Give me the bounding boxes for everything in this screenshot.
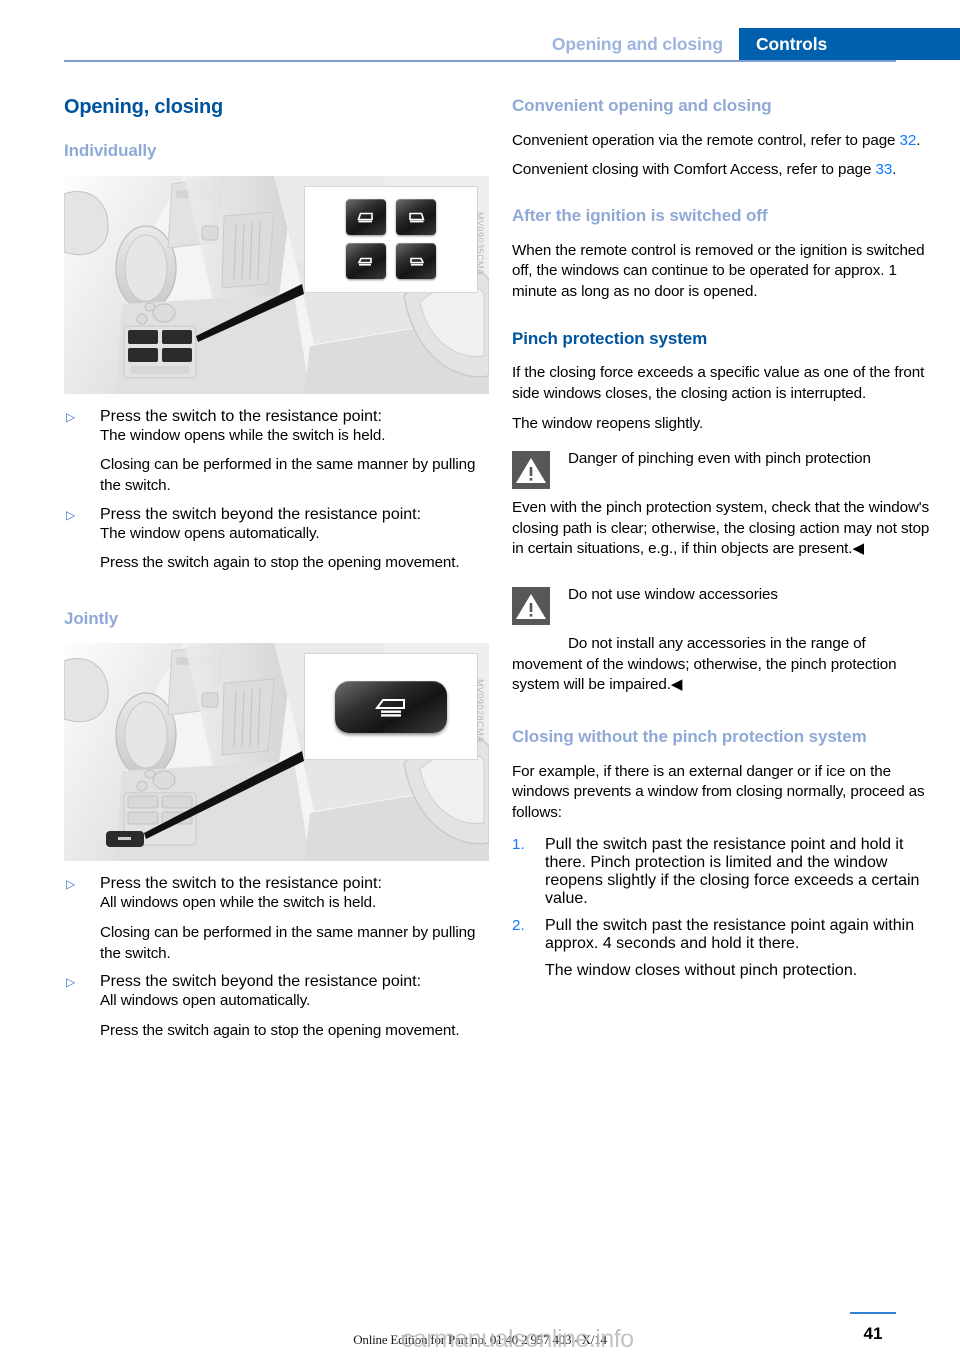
figure-individual-window-switches: MV09035CMA [64, 175, 489, 394]
warning-triangle-icon [512, 451, 550, 490]
step-text: Pull the switch past the resistance poin… [545, 917, 915, 953]
callout-all-windows-switch [304, 653, 478, 761]
individually-steps-list: ▷ Press the switch to the resistance poi… [64, 408, 489, 426]
right-column: Convenient opening and closing Convenien… [512, 96, 937, 989]
figure-code: MV09028CMA [475, 679, 485, 743]
heading-jointly: Jointly [64, 608, 119, 628]
jointly-steps-list-2: ▷ Press the switch beyond the resistance… [64, 973, 489, 991]
figure-joint-window-switch: MV09028CMA [64, 643, 489, 862]
step-detail: Press the switch again to stop the openi… [100, 1021, 460, 1039]
warning-body-pinching: Even with the pinch protection system, c… [512, 498, 937, 560]
individually-steps-list-2: ▷ Press the switch beyond the resistance… [64, 506, 489, 524]
all-windows-switch-icon [335, 680, 447, 733]
list-item: ▷ Press the switch to the resistance poi… [64, 875, 489, 893]
bullet-arrow-icon: ▷ [66, 507, 76, 522]
window-switch-icon [396, 243, 436, 280]
step-detail: Press the switch again to stop the openi… [100, 554, 460, 572]
text-part: Convenient operation via the remote cont… [512, 131, 900, 149]
warning-glyph [512, 451, 550, 490]
text-part: Even with the pinch protection system, c… [512, 499, 930, 558]
warning-title: Danger of pinching even with pinch prote… [568, 450, 871, 468]
page-body: Opening, closing Individually MV09035CMA… [0, 0, 960, 1362]
window-switch-icon [396, 199, 436, 236]
step-number: 2. [512, 917, 525, 935]
window-switch-icon [346, 243, 386, 280]
step-detail: Closing can be performed in the same man… [100, 456, 476, 494]
step-detail: The window opens while the switch is hel… [100, 426, 386, 444]
warning-glyph [512, 587, 550, 625]
step-text: Press the switch to the resistance point… [100, 875, 382, 893]
warning-triangle-icon [512, 587, 550, 625]
bullet-arrow-icon: ▷ [66, 975, 76, 990]
heading-after-ignition-off: After the ignition is switched off [512, 205, 768, 225]
page-reference-32[interactable]: 32 [900, 132, 917, 149]
list-item: ▷ Press the switch to the resistance poi… [64, 408, 489, 426]
text-part: Convenient closing with Comfort Access, … [512, 161, 876, 179]
jointly-steps-list: ▷ Press the switch to the resistance poi… [64, 875, 489, 893]
warning-title: Do not use window accessories [568, 586, 778, 603]
window-glyph [410, 257, 425, 266]
step-detail: The window opens automatically. [100, 524, 320, 542]
page-footer: 41 Online Edition for Part no. 01 40 2 9… [0, 1302, 960, 1362]
step-detail: Closing can be performed in the same man… [100, 924, 476, 962]
watermark-text: carmanualsonline.info [400, 1325, 634, 1353]
ignition-body-text: When the remote control is removed or th… [512, 241, 925, 300]
window-switch-grid [346, 199, 436, 280]
step-detail: All windows open automatically. [100, 992, 311, 1010]
heading-convenient-opening-closing: Convenient opening and closing [512, 96, 772, 115]
left-column: Opening, closing Individually MV09035CMA… [64, 96, 489, 1041]
window-glyph [409, 212, 425, 223]
list-item: ▷ Press the switch beyond the resistance… [64, 506, 489, 524]
list-item: 1. Pull the switch past the resistance p… [512, 836, 937, 908]
closing-steps-list: 1. Pull the switch past the resistance p… [512, 836, 937, 980]
bullet-arrow-icon: ▷ [66, 409, 76, 424]
warning-block-accessories: Do not use window accessories [512, 585, 937, 625]
step-number: 1. [512, 836, 525, 854]
end-mark-icon: ◀ [670, 676, 683, 694]
page-reference-33[interactable]: 33 [876, 161, 893, 178]
page-number-rule [850, 1312, 896, 1314]
heading-closing-without-pinch-protection: Closing without the pinch protection sys… [512, 726, 867, 746]
all-windows-glyph [375, 698, 405, 717]
closing-intro-text: For example, if there is an external dan… [512, 762, 925, 821]
convenient-paragraph-1: Convenient operation via the remote cont… [512, 131, 937, 152]
pinch-paragraph-2: The window reopens slightly. [512, 414, 704, 432]
step-detail: The window closes without pinch protecti… [545, 962, 858, 980]
step-text: Press the switch beyond the resistance p… [100, 505, 422, 523]
end-mark-icon: ◀ [852, 540, 864, 558]
bullet-arrow-icon: ▷ [66, 877, 76, 892]
warning-block-pinching: Danger of pinching even with pinch prote… [512, 449, 937, 490]
warning-body-accessories: Do not install any accessories in the ra… [512, 634, 937, 696]
step-detail: All windows open while the switch is hel… [100, 894, 377, 912]
list-item: ▷ Press the switch beyond the resistance… [64, 973, 489, 991]
window-glyph [357, 257, 372, 266]
callout-individual-switches [304, 185, 478, 293]
pinch-paragraph-1: If the closing force exceeds a specific … [512, 364, 925, 403]
page-title: Opening, closing [64, 96, 224, 118]
step-text: Press the switch to the resistance point… [100, 407, 382, 425]
text-part: . [892, 161, 897, 179]
window-switch-icon [346, 199, 386, 236]
step-text: Press the switch beyond the resistance p… [100, 973, 422, 991]
convenient-paragraph-2: Convenient closing with Comfort Access, … [512, 160, 937, 181]
step-text: Pull the switch past the resistance poin… [545, 836, 920, 908]
window-glyph [357, 212, 373, 223]
figure-code: MV09035CMA [475, 211, 485, 276]
text-part: Do not install any accessories in the ra… [512, 635, 897, 694]
heading-pinch-protection-system: Pinch protection system [512, 329, 708, 349]
list-item: 2. Pull the switch past the resistance p… [512, 917, 937, 980]
heading-individually: Individually [64, 141, 157, 160]
text-part: . [916, 131, 921, 149]
